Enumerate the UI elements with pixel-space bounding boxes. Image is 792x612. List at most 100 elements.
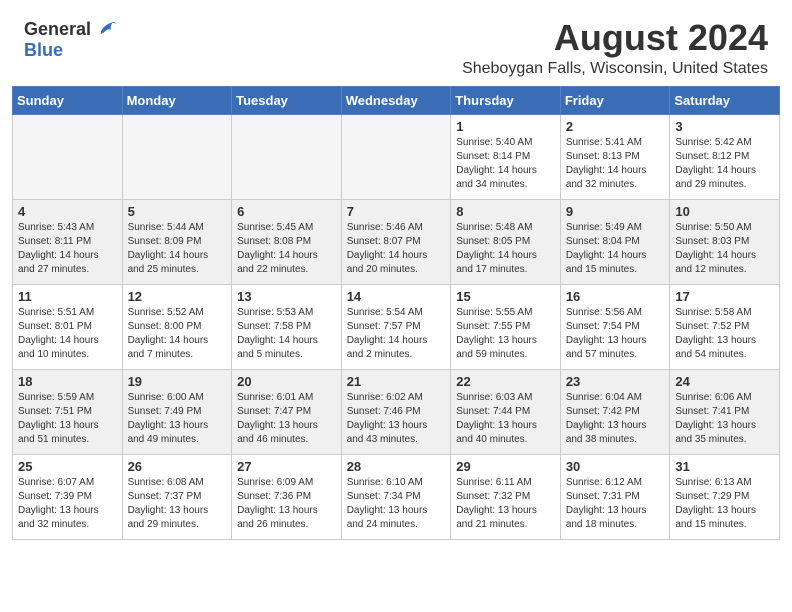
day-info: Sunrise: 5:49 AM Sunset: 8:04 PM Dayligh…: [566, 221, 665, 277]
calendar-day-cell: 9 Sunrise: 5:49 AM Sunset: 8:04 PM Daylig…: [560, 199, 670, 284]
day-number: 20: [237, 374, 336, 389]
day-number: 18: [18, 374, 117, 389]
day-number: 1: [456, 119, 555, 134]
calendar-day-cell: 25 Sunrise: 6:07 AM Sunset: 7:39 PM Dayli…: [13, 454, 123, 539]
day-info: Sunrise: 6:01 AM Sunset: 7:47 PM Dayligh…: [237, 391, 336, 447]
day-number: 13: [237, 289, 336, 304]
calendar-day-cell: 26 Sunrise: 6:08 AM Sunset: 7:37 PM Dayli…: [122, 454, 232, 539]
title-block: August 2024 Sheboygan Falls, Wisconsin, …: [462, 18, 768, 78]
calendar-day-cell: 4 Sunrise: 5:43 AM Sunset: 8:11 PM Daylig…: [13, 199, 123, 284]
calendar-week-row: 25 Sunrise: 6:07 AM Sunset: 7:39 PM Dayli…: [13, 454, 780, 539]
calendar-day-cell: [122, 114, 232, 199]
day-number: 8: [456, 204, 555, 219]
day-info: Sunrise: 5:40 AM Sunset: 8:14 PM Dayligh…: [456, 136, 555, 192]
day-info: Sunrise: 5:52 AM Sunset: 8:00 PM Dayligh…: [128, 306, 227, 362]
day-number: 11: [18, 289, 117, 304]
day-number: 5: [128, 204, 227, 219]
day-number: 9: [566, 204, 665, 219]
calendar-week-row: 18 Sunrise: 5:59 AM Sunset: 7:51 PM Dayli…: [13, 369, 780, 454]
day-number: 31: [675, 459, 774, 474]
logo-blue-text: Blue: [24, 40, 63, 60]
day-number: 25: [18, 459, 117, 474]
day-info: Sunrise: 5:46 AM Sunset: 8:07 PM Dayligh…: [347, 221, 446, 277]
calendar-day-cell: 28 Sunrise: 6:10 AM Sunset: 7:34 PM Dayli…: [341, 454, 451, 539]
calendar-day-cell: 3Sunrise: 5:42 AM Sunset: 8:12 PM Daylig…: [670, 114, 780, 199]
calendar-day-cell: 16Sunrise: 5:56 AM Sunset: 7:54 PM Dayli…: [560, 284, 670, 369]
day-info: Sunrise: 5:50 AM Sunset: 8:03 PM Dayligh…: [675, 221, 774, 277]
calendar-day-cell: 21 Sunrise: 6:02 AM Sunset: 7:46 PM Dayli…: [341, 369, 451, 454]
day-info: Sunrise: 5:48 AM Sunset: 8:05 PM Dayligh…: [456, 221, 555, 277]
day-number: 23: [566, 374, 665, 389]
calendar-day-cell: 29 Sunrise: 6:11 AM Sunset: 7:32 PM Dayli…: [451, 454, 561, 539]
day-info: Sunrise: 5:59 AM Sunset: 7:51 PM Dayligh…: [18, 391, 117, 447]
day-info: Sunrise: 6:07 AM Sunset: 7:39 PM Dayligh…: [18, 476, 117, 532]
calendar-day-cell: 5 Sunrise: 5:44 AM Sunset: 8:09 PM Daylig…: [122, 199, 232, 284]
calendar-day-cell: 7 Sunrise: 5:46 AM Sunset: 8:07 PM Daylig…: [341, 199, 451, 284]
logo-general-text: General: [24, 19, 91, 40]
day-number: 24: [675, 374, 774, 389]
day-number: 14: [347, 289, 446, 304]
calendar-table: SundayMondayTuesdayWednesdayThursdayFrid…: [12, 86, 780, 540]
calendar-day-header: Monday: [122, 86, 232, 114]
calendar-day-cell: 27Sunrise: 6:09 AM Sunset: 7:36 PM Dayli…: [232, 454, 342, 539]
logo-bird-icon: [95, 18, 117, 40]
day-info: Sunrise: 5:45 AM Sunset: 8:08 PM Dayligh…: [237, 221, 336, 277]
day-number: 22: [456, 374, 555, 389]
calendar-week-row: 4 Sunrise: 5:43 AM Sunset: 8:11 PM Daylig…: [13, 199, 780, 284]
day-number: 10: [675, 204, 774, 219]
calendar-day-header: Friday: [560, 86, 670, 114]
page-header: General Blue August 2024 Sheboygan Falls…: [0, 0, 792, 86]
day-number: 3: [675, 119, 774, 134]
day-number: 12: [128, 289, 227, 304]
day-number: 15: [456, 289, 555, 304]
calendar-day-cell: 1 Sunrise: 5:40 AM Sunset: 8:14 PM Daylig…: [451, 114, 561, 199]
day-number: 28: [347, 459, 446, 474]
calendar-day-cell: [13, 114, 123, 199]
day-info: Sunrise: 5:41 AM Sunset: 8:13 PM Dayligh…: [566, 136, 665, 192]
day-info: Sunrise: 6:10 AM Sunset: 7:34 PM Dayligh…: [347, 476, 446, 532]
calendar-day-cell: 19Sunrise: 6:00 AM Sunset: 7:49 PM Dayli…: [122, 369, 232, 454]
calendar-header-row: SundayMondayTuesdayWednesdayThursdayFrid…: [13, 86, 780, 114]
day-number: 7: [347, 204, 446, 219]
calendar-day-cell: 15 Sunrise: 5:55 AM Sunset: 7:55 PM Dayli…: [451, 284, 561, 369]
calendar-week-row: 1 Sunrise: 5:40 AM Sunset: 8:14 PM Daylig…: [13, 114, 780, 199]
calendar-day-cell: 18 Sunrise: 5:59 AM Sunset: 7:51 PM Dayli…: [13, 369, 123, 454]
calendar-day-cell: 2 Sunrise: 5:41 AM Sunset: 8:13 PM Daylig…: [560, 114, 670, 199]
calendar-day-header: Thursday: [451, 86, 561, 114]
calendar-day-cell: 14Sunrise: 5:54 AM Sunset: 7:57 PM Dayli…: [341, 284, 451, 369]
calendar-day-cell: 12 Sunrise: 5:52 AM Sunset: 8:00 PM Dayli…: [122, 284, 232, 369]
day-info: Sunrise: 6:11 AM Sunset: 7:32 PM Dayligh…: [456, 476, 555, 532]
day-info: Sunrise: 5:51 AM Sunset: 8:01 PM Dayligh…: [18, 306, 117, 362]
day-number: 30: [566, 459, 665, 474]
calendar-day-cell: [232, 114, 342, 199]
day-number: 26: [128, 459, 227, 474]
day-info: Sunrise: 6:08 AM Sunset: 7:37 PM Dayligh…: [128, 476, 227, 532]
calendar-day-cell: [341, 114, 451, 199]
calendar-day-cell: 23Sunrise: 6:04 AM Sunset: 7:42 PM Dayli…: [560, 369, 670, 454]
day-info: Sunrise: 6:02 AM Sunset: 7:46 PM Dayligh…: [347, 391, 446, 447]
day-info: Sunrise: 5:44 AM Sunset: 8:09 PM Dayligh…: [128, 221, 227, 277]
day-info: Sunrise: 6:12 AM Sunset: 7:31 PM Dayligh…: [566, 476, 665, 532]
day-info: Sunrise: 5:43 AM Sunset: 8:11 PM Dayligh…: [18, 221, 117, 277]
calendar-day-header: Saturday: [670, 86, 780, 114]
day-number: 21: [347, 374, 446, 389]
page-title: August 2024: [462, 18, 768, 58]
day-number: 16: [566, 289, 665, 304]
calendar-day-cell: 31 Sunrise: 6:13 AM Sunset: 7:29 PM Dayli…: [670, 454, 780, 539]
day-info: Sunrise: 6:03 AM Sunset: 7:44 PM Dayligh…: [456, 391, 555, 447]
day-number: 2: [566, 119, 665, 134]
calendar-day-header: Wednesday: [341, 86, 451, 114]
calendar-day-header: Sunday: [13, 86, 123, 114]
day-number: 4: [18, 204, 117, 219]
calendar-day-cell: 11 Sunrise: 5:51 AM Sunset: 8:01 PM Dayli…: [13, 284, 123, 369]
day-info: Sunrise: 5:55 AM Sunset: 7:55 PM Dayligh…: [456, 306, 555, 362]
day-number: 29: [456, 459, 555, 474]
day-info: Sunrise: 6:09 AM Sunset: 7:36 PM Dayligh…: [237, 476, 336, 532]
logo: General Blue: [24, 18, 117, 61]
day-number: 17: [675, 289, 774, 304]
calendar-day-header: Tuesday: [232, 86, 342, 114]
calendar-day-cell: 30 Sunrise: 6:12 AM Sunset: 7:31 PM Dayli…: [560, 454, 670, 539]
day-info: Sunrise: 6:13 AM Sunset: 7:29 PM Dayligh…: [675, 476, 774, 532]
day-info: Sunrise: 6:06 AM Sunset: 7:41 PM Dayligh…: [675, 391, 774, 447]
day-info: Sunrise: 6:00 AM Sunset: 7:49 PM Dayligh…: [128, 391, 227, 447]
